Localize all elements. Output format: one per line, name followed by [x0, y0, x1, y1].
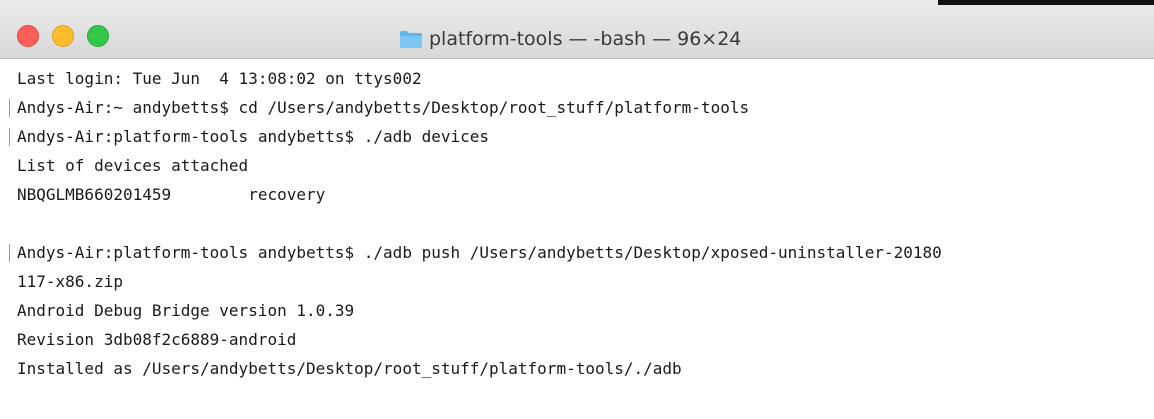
- title-bar[interactable]: platform-tools — -bash — 96×24: [0, 0, 1154, 59]
- close-button[interactable]: [17, 25, 39, 47]
- terminal-line: Andys-Air:platform-tools andybetts$ ./ad…: [17, 127, 490, 146]
- minimize-button[interactable]: [52, 25, 74, 47]
- terminal-line: Last login: Tue Jun 4 13:08:02 on ttys00…: [17, 69, 422, 88]
- terminal-line: NBQGLMB660201459 recovery: [17, 185, 326, 204]
- terminal-line: Android Debug Bridge version 1.0.39: [17, 301, 355, 320]
- prompt-marker: [9, 244, 10, 262]
- prompt-marker: [9, 99, 10, 117]
- zoom-button[interactable]: [87, 25, 109, 47]
- folder-icon: [399, 29, 423, 49]
- terminal-window: platform-tools — -bash — 96×24 Last logi…: [0, 0, 1154, 419]
- terminal-line: Andys-Air:platform-tools andybetts$ ./ad…: [17, 243, 942, 262]
- terminal-line: Andys-Air:~ andybetts$ cd /Users/andybet…: [17, 98, 750, 117]
- window-title: platform-tools — -bash — 96×24: [399, 26, 741, 52]
- terminal-line: List of devices attached: [17, 156, 249, 175]
- top-edge-bar: [938, 0, 1154, 5]
- window-title-text: platform-tools — -bash — 96×24: [429, 28, 742, 50]
- terminal-output[interactable]: Last login: Tue Jun 4 13:08:02 on ttys00…: [0, 68, 1154, 419]
- terminal-line: Installed as /Users/andybetts/Desktop/ro…: [17, 359, 682, 378]
- terminal-line: 117-x86.zip: [17, 272, 123, 291]
- prompt-marker: [9, 128, 10, 146]
- terminal-line: Revision 3db08f2c6889-android: [17, 330, 297, 349]
